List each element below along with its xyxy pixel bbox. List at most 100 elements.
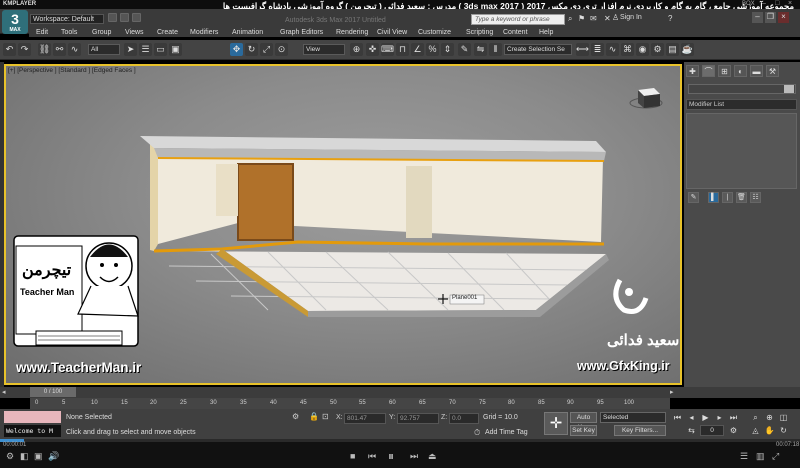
menu-create[interactable]: Create xyxy=(157,29,178,36)
reference-coordinate-dropdown[interactable]: View xyxy=(303,44,345,55)
current-frame-field[interactable]: 0 xyxy=(700,425,724,436)
player-equalizer-icon[interactable]: ▥ xyxy=(756,451,765,462)
help-icon[interactable]: ? xyxy=(668,14,672,23)
menu-modifiers[interactable]: Modifiers xyxy=(190,29,218,36)
keyboard-shortcut-icon[interactable]: ⌨ xyxy=(381,43,394,56)
player-prev-icon[interactable]: ⏮ xyxy=(368,451,376,462)
manipulate-icon[interactable]: ✜ xyxy=(366,43,379,56)
minimize-button[interactable]: – xyxy=(752,12,763,23)
select-and-move-icon[interactable]: ✥ xyxy=(230,43,243,56)
object-color-swatch[interactable] xyxy=(784,85,794,93)
create-tab-icon[interactable]: ✚ xyxy=(686,65,699,77)
viewport-label[interactable]: [+] [Perspective ] [Standard ] [Edged Fa… xyxy=(8,67,136,74)
sign-in-link[interactable]: Sign In xyxy=(620,14,642,21)
motion-tab-icon[interactable]: ◐ xyxy=(734,65,747,77)
go-to-start-icon[interactable]: ⏮ xyxy=(672,412,683,423)
menu-animation[interactable]: Animation xyxy=(232,29,263,36)
mirror-tool-icon[interactable]: ⟷ xyxy=(576,43,589,56)
percent-snap-icon[interactable]: % xyxy=(426,43,439,56)
player-3d-icon[interactable]: ◧ xyxy=(20,451,29,462)
add-time-tag-button[interactable]: Add Time Tag xyxy=(485,429,528,436)
hierarchy-tab-icon[interactable]: ⊞ xyxy=(718,65,731,77)
key-selection-dropdown[interactable]: Selected xyxy=(600,412,666,423)
named-selection-set-dropdown[interactable]: Create Selection Se xyxy=(504,44,572,55)
menu-scripting[interactable]: Scripting xyxy=(466,29,493,36)
menu-edit[interactable]: Edit xyxy=(36,29,48,36)
make-unique-icon[interactable]: ∣ xyxy=(722,192,733,203)
render-setup-icon[interactable]: ⚙ xyxy=(651,43,664,56)
unlink-icon[interactable]: ⚯ xyxy=(53,43,66,56)
select-and-rotate-icon[interactable]: ↻ xyxy=(245,43,258,56)
restore-button[interactable]: ❐ xyxy=(765,12,776,23)
select-by-name-icon[interactable]: ☰ xyxy=(139,43,152,56)
player-volume-icon[interactable]: 🔊 xyxy=(48,451,59,462)
zoom-viewport-icon[interactable]: ⌕ xyxy=(750,412,761,423)
player-pause-icon[interactable]: ⏸ xyxy=(388,449,394,464)
modifier-list-dropdown[interactable]: Modifier List xyxy=(686,99,797,110)
new-scene-icon[interactable] xyxy=(108,13,117,22)
time-configuration-icon[interactable]: ⚙ xyxy=(728,425,739,436)
player-stop-icon[interactable]: ■ xyxy=(350,451,355,461)
material-editor-icon[interactable]: ◉ xyxy=(636,43,649,56)
redo-icon[interactable]: ↷ xyxy=(18,43,31,56)
menu-help[interactable]: Help xyxy=(539,29,553,36)
time-tag-icon[interactable]: ⏱ xyxy=(474,428,480,438)
player-settings-icon[interactable]: ⚙ xyxy=(6,451,14,462)
snaps-toggle-icon[interactable]: ⊓ xyxy=(396,43,409,56)
display-tab-icon[interactable]: ▬ xyxy=(750,65,763,77)
menu-views[interactable]: Views xyxy=(125,29,144,36)
pin-stack-icon[interactable]: ✎ xyxy=(688,192,699,203)
key-filters-button[interactable]: Key Filters... xyxy=(614,425,666,436)
player-fullscreen-icon[interactable]: ⤢ xyxy=(772,451,779,462)
curve-editor-icon[interactable]: ∿ xyxy=(606,43,619,56)
y-coordinate-field[interactable]: 92.757 xyxy=(397,413,439,424)
pan-view-icon[interactable]: ✋ xyxy=(764,425,775,436)
field-of-view-icon[interactable]: ◬ xyxy=(750,425,761,436)
timeline-left-arrow-icon[interactable]: ◂ xyxy=(2,388,6,396)
select-and-scale-icon[interactable]: ⤢ xyxy=(260,43,273,56)
zoom-all-icon[interactable]: ⊕ xyxy=(764,412,775,423)
rectangular-selection-icon[interactable]: ▭ xyxy=(154,43,167,56)
search-input[interactable]: Type a keyword or phrase xyxy=(471,14,565,25)
timeline-right-arrow-icon[interactable]: ▸ xyxy=(670,388,674,396)
bind-space-warp-icon[interactable]: ∿ xyxy=(68,43,81,56)
configure-modifier-sets-icon[interactable]: ☷ xyxy=(750,192,761,203)
menu-rendering[interactable]: Rendering xyxy=(336,29,368,36)
time-slider-track[interactable] xyxy=(0,387,800,398)
menu-customize[interactable]: Customize xyxy=(418,29,451,36)
play-icon[interactable]: ▶ xyxy=(700,412,711,423)
menu-group[interactable]: Group xyxy=(92,29,111,36)
isolate-selection-icon[interactable]: ⚙ xyxy=(292,412,299,421)
player-eject-icon[interactable]: ⏏ xyxy=(428,451,437,462)
remove-modifier-icon[interactable]: 🗑 xyxy=(736,192,747,203)
menu-content[interactable]: Content xyxy=(503,29,528,36)
player-seek-bar[interactable] xyxy=(0,439,800,442)
key-mode-icon[interactable]: ⇆ xyxy=(686,425,697,436)
go-to-end-icon[interactable]: ⏭ xyxy=(728,412,739,423)
pivot-center-icon[interactable]: ⊕ xyxy=(350,43,363,56)
zoom-extents-icon[interactable]: ◫ xyxy=(778,412,789,423)
object-name-field[interactable] xyxy=(688,84,796,94)
floor-plane[interactable] xyxy=(154,249,606,311)
close-button[interactable]: × xyxy=(778,12,789,23)
set-keys-button[interactable]: ✛ xyxy=(544,412,568,435)
binoculars-icon[interactable]: ⌕ xyxy=(568,14,572,24)
align-icon[interactable]: ⫴ xyxy=(489,43,502,56)
window-crossing-icon[interactable]: ▣ xyxy=(169,43,182,56)
menu-civil-view[interactable]: Civil View xyxy=(377,29,407,36)
selection-lock-icon[interactable]: 🔒 xyxy=(309,412,319,421)
menu-tools[interactable]: Tools xyxy=(61,29,77,36)
maxscript-listener-output[interactable]: Welcome to M xyxy=(4,425,61,437)
player-next-icon[interactable]: ⏭ xyxy=(410,451,418,462)
exchange-icon[interactable]: ✕ xyxy=(604,14,611,23)
set-key-button[interactable]: Set Key xyxy=(570,425,597,436)
edit-named-selection-icon[interactable]: ✎ xyxy=(458,43,471,56)
select-and-link-icon[interactable]: ⛓ xyxy=(38,43,51,56)
schematic-view-icon[interactable]: ⌘ xyxy=(621,43,634,56)
z-coordinate-field[interactable]: 0.0 xyxy=(449,413,479,424)
menu-graph-editors[interactable]: Graph Editors xyxy=(280,29,323,36)
undo-icon[interactable]: ↶ xyxy=(3,43,16,56)
viewcube[interactable] xyxy=(629,88,663,109)
open-file-icon[interactable] xyxy=(120,13,129,22)
subscription-icon[interactable]: ⚑ xyxy=(578,14,585,23)
